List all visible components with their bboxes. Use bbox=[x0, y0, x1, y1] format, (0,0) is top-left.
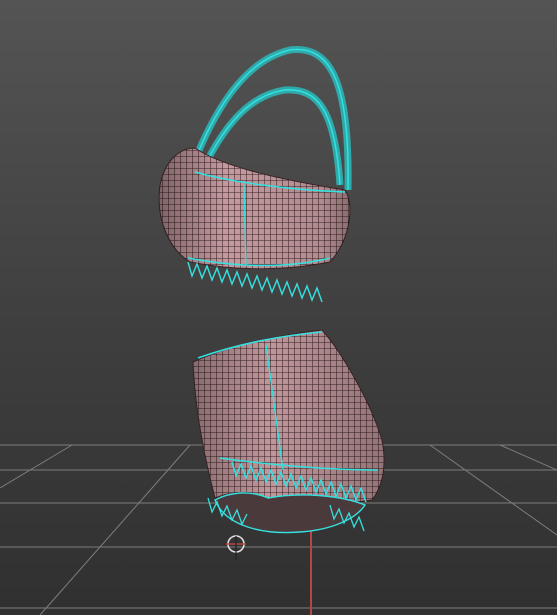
3d-viewport[interactable] bbox=[0, 0, 557, 615]
shorts-mesh[interactable] bbox=[192, 329, 385, 534]
crosshair-circle-icon[interactable] bbox=[226, 535, 246, 560]
bra-top-mesh[interactable] bbox=[158, 46, 352, 303]
